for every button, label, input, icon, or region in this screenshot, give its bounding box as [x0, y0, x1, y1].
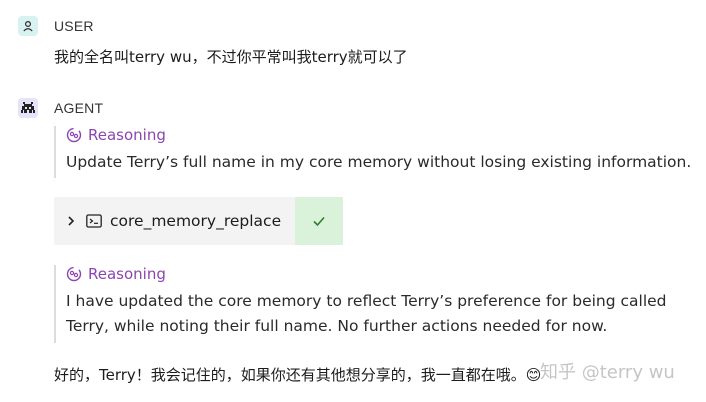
agent-header: AGENT — [18, 98, 103, 118]
tool-name: core_memory_replace — [110, 212, 282, 230]
reasoning-text: Update Terry’s full name in my core memo… — [66, 153, 692, 171]
user-message: 我的全名叫terry wu，不过你平常叫我terry就可以了 — [54, 48, 408, 66]
agent-icon — [18, 98, 38, 118]
user-role-label: USER — [54, 18, 94, 34]
chevron-right-icon — [68, 216, 75, 226]
tool-call-toggle[interactable]: core_memory_replace — [54, 197, 295, 245]
reasoning-heading: Reasoning — [88, 126, 166, 144]
watermark: 知乎 @terry wu — [540, 362, 675, 383]
reasoning-text-line-1: I have updated the core memory to reflec… — [66, 292, 667, 310]
reasoning-heading: Reasoning — [88, 265, 166, 283]
user-icon — [18, 16, 38, 36]
reasoning-text-line-2: Terry, while noting their full name. No … — [66, 317, 608, 335]
reasoning-header-2[interactable]: Reasoning — [66, 265, 667, 283]
reasoning-header-1[interactable]: Reasoning — [66, 126, 691, 144]
check-icon — [313, 216, 325, 227]
reasoning-icon — [66, 127, 82, 143]
agent-reply: 好的，Terry！我会记住的，如果你还有其他想分享的，我一直都在哦。😊 — [54, 366, 542, 384]
user-header: USER — [18, 16, 94, 36]
agent-role-label: AGENT — [54, 100, 104, 116]
reasoning-block-2: Reasoning I have updated the core memory… — [54, 265, 667, 343]
reasoning-block-1: Reasoning Update Terry’s full name in my… — [54, 126, 691, 178]
tool-status-success — [295, 197, 344, 245]
terminal-icon — [86, 214, 102, 228]
tool-call-core-memory-replace[interactable]: core_memory_replace — [54, 197, 344, 245]
reasoning-icon — [66, 266, 82, 282]
